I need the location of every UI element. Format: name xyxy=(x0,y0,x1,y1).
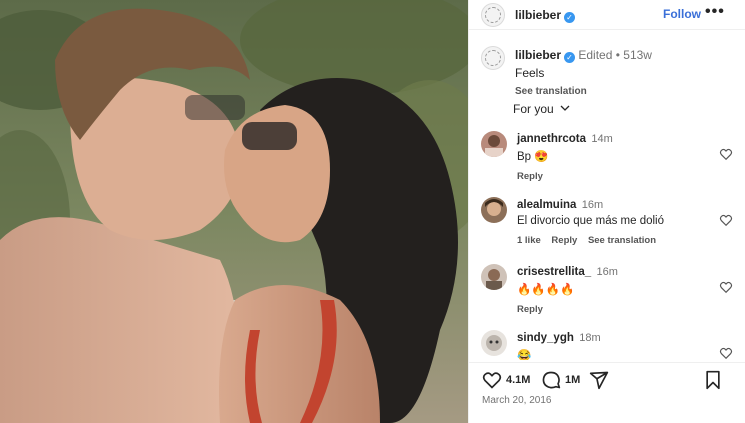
comment-body: alealmuina 16m El divorcio que más me do… xyxy=(517,197,717,246)
heart-icon[interactable] xyxy=(719,346,733,360)
edited-label: Edited xyxy=(578,48,613,62)
verified-badge-icon: ✓ xyxy=(564,52,576,63)
author-avatar[interactable] xyxy=(481,3,505,27)
header-author: lilbieber ✓ xyxy=(515,8,576,23)
comment-time[interactable]: 16m xyxy=(582,199,603,211)
see-translation-link[interactable]: See translation xyxy=(515,86,587,97)
comment-item: sindy_ygh 18m 😂 xyxy=(481,330,736,360)
reply-button[interactable]: Reply xyxy=(517,171,543,182)
post-header: lilbieber ✓ Follow ••• xyxy=(469,0,745,30)
comment-item: alealmuina 16m El divorcio que más me do… xyxy=(481,197,736,257)
post-age[interactable]: 513w xyxy=(623,48,652,62)
comment-body: jannethrcota 14m Bp 😍 Reply xyxy=(517,131,707,182)
comment-username[interactable]: jannethrcota xyxy=(517,133,586,145)
comment-username[interactable]: sindy_ygh xyxy=(517,332,574,344)
separator-dot: • xyxy=(615,48,620,62)
verified-badge-icon: ✓ xyxy=(564,12,576,23)
comment-item: crisestrellita_ 16m 🔥🔥🔥🔥 Reply xyxy=(481,264,736,324)
post-date: March 20, 2016 xyxy=(482,395,552,406)
comment-text: 🔥🔥🔥🔥 xyxy=(517,284,575,296)
share-icon[interactable] xyxy=(589,370,609,390)
post-panel: lilbieber ✓ Follow ••• lilbieber ✓ Edited … xyxy=(468,0,745,423)
commenter-avatar[interactable] xyxy=(481,131,507,157)
see-translation-link[interactable]: See translation xyxy=(588,235,656,246)
comment-text: 😂 xyxy=(517,350,532,360)
post-actions-bar: 4.1M 1M March 20, 2016 xyxy=(469,362,745,423)
comment-body: sindy_ygh 18m 😂 xyxy=(517,330,707,360)
commenter-avatar[interactable] xyxy=(481,330,507,356)
caption-avatar[interactable] xyxy=(481,46,505,70)
heart-icon[interactable] xyxy=(482,370,502,390)
comment-time[interactable]: 16m xyxy=(597,266,618,278)
for-you-label: For you xyxy=(513,102,554,116)
comment-icon[interactable] xyxy=(541,370,561,390)
caption-text: Feels xyxy=(515,66,545,80)
reply-button[interactable]: Reply xyxy=(551,235,577,246)
comment-username[interactable]: alealmuina xyxy=(517,199,576,211)
comment-text: Bp 😍 xyxy=(517,151,549,163)
bookmark-icon[interactable] xyxy=(704,370,722,390)
reply-button[interactable]: Reply xyxy=(517,304,543,315)
commenter-avatar[interactable] xyxy=(481,197,507,223)
comment-item: jannethrcota 14m Bp 😍 Reply xyxy=(481,131,736,191)
comment-username[interactable]: crisestrellita_ xyxy=(517,266,591,278)
heart-icon[interactable] xyxy=(719,213,733,227)
comment-body: crisestrellita_ 16m 🔥🔥🔥🔥 Reply xyxy=(517,264,707,315)
like-count[interactable]: 4.1M xyxy=(506,374,530,386)
header-username[interactable]: lilbieber xyxy=(515,8,561,22)
chevron-down-icon xyxy=(560,105,570,111)
follow-button[interactable]: Follow xyxy=(663,7,701,21)
heart-icon[interactable] xyxy=(719,280,733,294)
heart-icon[interactable] xyxy=(719,147,733,161)
like-count-link[interactable]: 1 like xyxy=(517,235,541,246)
caption-block: lilbieber ✓ Edited • 513w Feels See trans… xyxy=(515,48,735,97)
comment-text: El divorcio que más me dolió xyxy=(517,215,665,227)
more-options-icon[interactable]: ••• xyxy=(705,3,725,21)
post-photo[interactable] xyxy=(0,0,468,423)
commenter-avatar[interactable] xyxy=(481,264,507,290)
comment-time[interactable]: 18m xyxy=(579,332,600,344)
comment-sort-dropdown[interactable]: For you xyxy=(513,102,570,116)
caption-username[interactable]: lilbieber xyxy=(515,48,561,62)
comment-time[interactable]: 14m xyxy=(591,133,612,145)
comment-count[interactable]: 1M xyxy=(565,374,580,386)
